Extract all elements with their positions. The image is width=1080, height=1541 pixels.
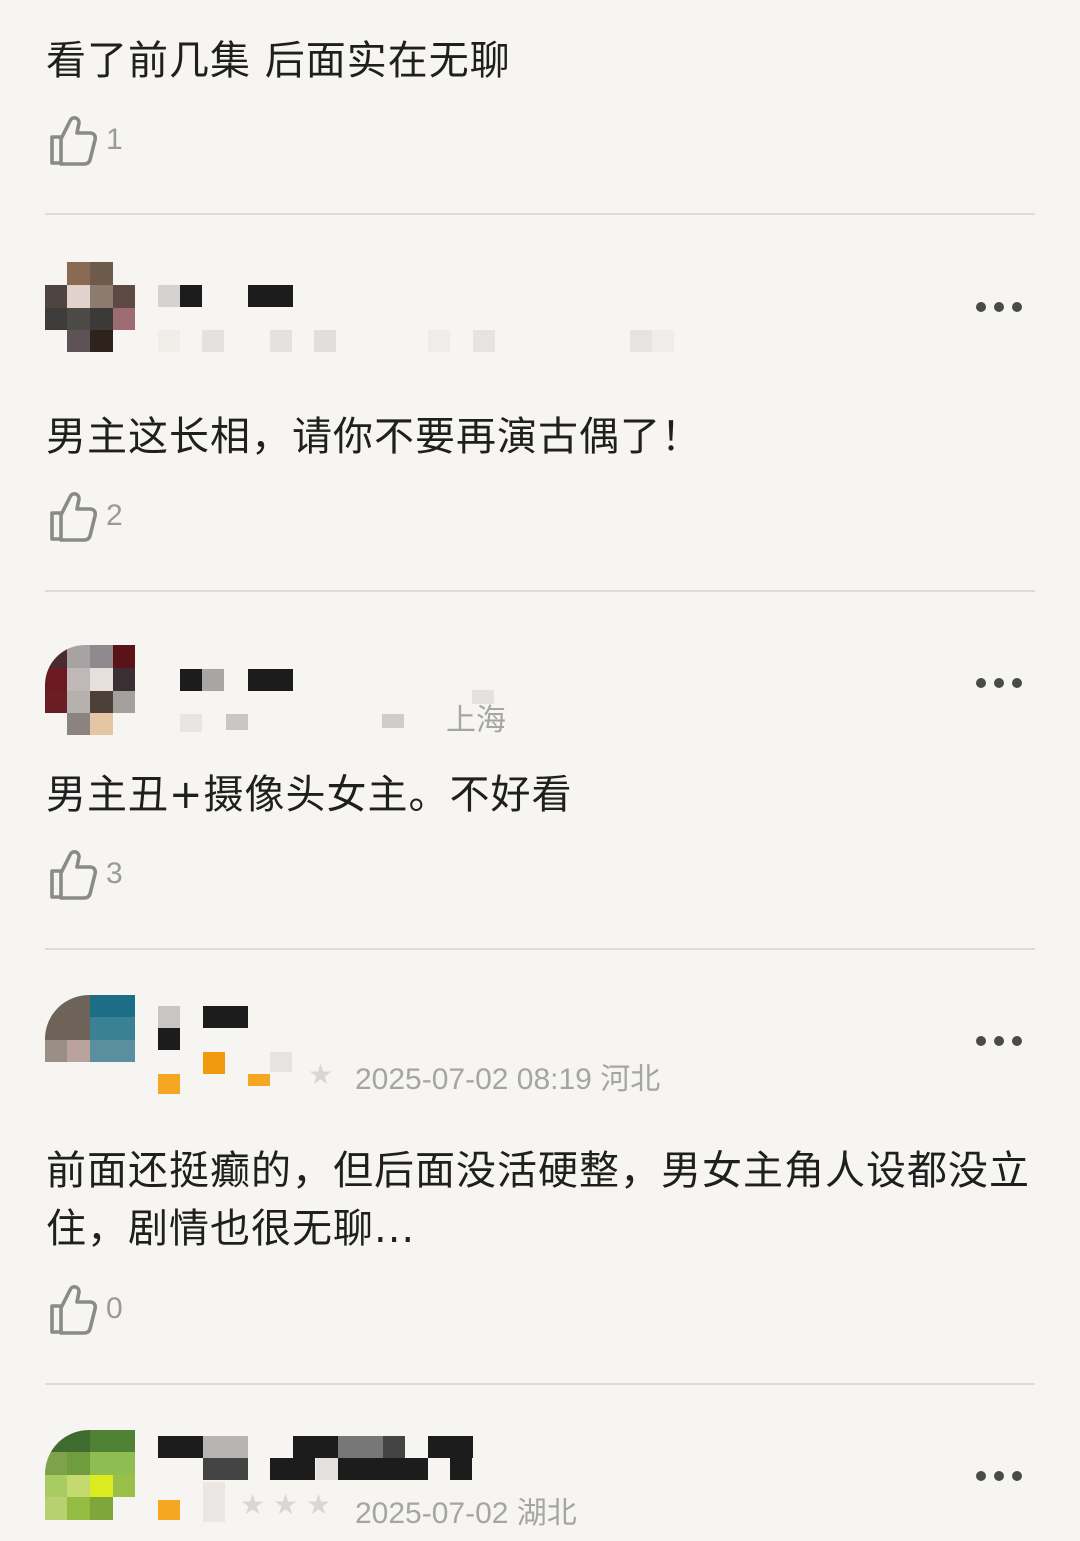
star-icon: ★ xyxy=(306,1488,332,1521)
username[interactable] xyxy=(158,285,298,307)
timestamp-location: 2025-07-02 湖北 xyxy=(355,1497,577,1530)
divider xyxy=(45,213,1035,215)
more-options-button[interactable] xyxy=(976,297,1022,317)
comment-text: 看了前几集 后面实在无聊 xyxy=(46,38,511,84)
avatar[interactable] xyxy=(45,645,135,735)
more-dots-icon xyxy=(976,302,986,312)
rating-stars: ★ ★ ★ xyxy=(158,1480,358,1526)
more-dots-icon xyxy=(976,678,986,688)
divider xyxy=(45,590,1035,592)
rating-stars: ★ xyxy=(158,1050,358,1096)
more-options-button[interactable] xyxy=(976,1466,1022,1486)
more-options-button[interactable] xyxy=(976,1031,1022,1051)
comment-text: 前面还挺癫的，但后面没活硬整，男女主角人设都没立住，剧情也很无聊... xyxy=(46,1148,1030,1252)
star-icon: ★ xyxy=(308,1058,334,1091)
like-button[interactable]: 3 xyxy=(48,846,123,902)
like-count: 2 xyxy=(106,499,123,532)
like-button[interactable]: 0 xyxy=(48,1281,123,1337)
username[interactable] xyxy=(158,1006,258,1052)
timestamp-location: 2025-07-02 08:19 河北 xyxy=(355,1063,661,1096)
username[interactable] xyxy=(158,1436,478,1480)
thumbs-up-icon xyxy=(50,492,98,542)
username[interactable] xyxy=(180,669,300,691)
user-meta xyxy=(158,330,698,354)
avatar[interactable] xyxy=(45,262,135,352)
like-count: 3 xyxy=(106,857,123,890)
thumbs-up-icon xyxy=(50,116,98,166)
user-meta xyxy=(180,712,430,732)
more-options-button[interactable] xyxy=(976,673,1022,693)
like-count: 1 xyxy=(106,123,123,156)
location-text: 上海 xyxy=(446,704,506,737)
thumbs-up-icon xyxy=(50,1285,98,1335)
like-count: 0 xyxy=(106,1292,123,1325)
thumbs-up-icon xyxy=(50,850,98,900)
divider xyxy=(45,1383,1035,1385)
star-icon: ★ xyxy=(273,1488,299,1521)
divider xyxy=(45,948,1035,950)
avatar[interactable] xyxy=(45,1430,135,1520)
like-button[interactable]: 1 xyxy=(48,112,123,168)
comment-text: 男主丑+摄像头女主。不好看 xyxy=(46,772,573,818)
more-dots-icon xyxy=(976,1471,986,1481)
star-icon: ★ xyxy=(240,1488,266,1521)
like-button[interactable]: 2 xyxy=(48,488,123,544)
avatar[interactable] xyxy=(45,995,135,1085)
comment-text: 男主这长相，请你不要再演古偶了！ xyxy=(46,414,702,460)
more-dots-icon xyxy=(976,1036,986,1046)
